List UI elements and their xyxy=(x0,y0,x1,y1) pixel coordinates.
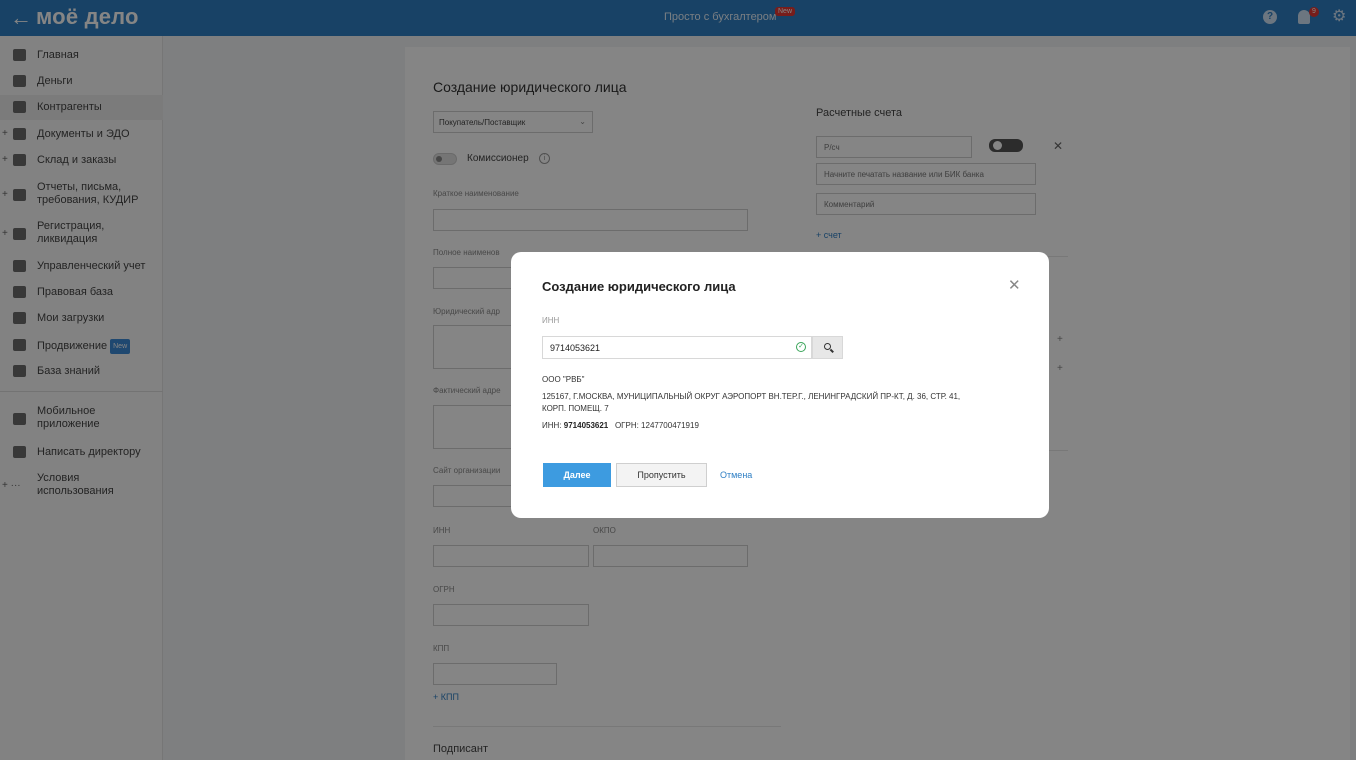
inn-prefix: ИНН: xyxy=(542,421,562,430)
dialog-title: Создание юридического лица xyxy=(542,279,736,294)
next-button[interactable]: Далее xyxy=(543,463,611,487)
org-address: 125167, Г.МОСКВА, МУНИЦИПАЛЬНЫЙ ОКРУГ АЭ… xyxy=(542,392,961,413)
search-icon-handle xyxy=(830,348,834,353)
close-icon[interactable]: ✕ xyxy=(1008,278,1021,293)
create-legal-entity-dialog: Создание юридического лица ✕ ИНН 9714053… xyxy=(511,252,1049,518)
inn-label: ИНН xyxy=(542,316,560,325)
search-button[interactable] xyxy=(812,336,843,359)
check-icon: ✓ xyxy=(796,342,806,352)
ogrn-value: ОГРН: 1247700471919 xyxy=(614,421,699,430)
inn-input[interactable]: 9714053621 xyxy=(542,336,812,359)
inn-value: 9714053621 xyxy=(563,421,609,430)
org-codes: ИНН: 9714053621 ОГРН: 1247700471919 xyxy=(542,421,699,430)
cancel-link[interactable]: Отмена xyxy=(720,470,752,480)
org-name: ООО "РВБ" xyxy=(542,375,585,384)
skip-button[interactable]: Пропустить xyxy=(616,463,707,487)
